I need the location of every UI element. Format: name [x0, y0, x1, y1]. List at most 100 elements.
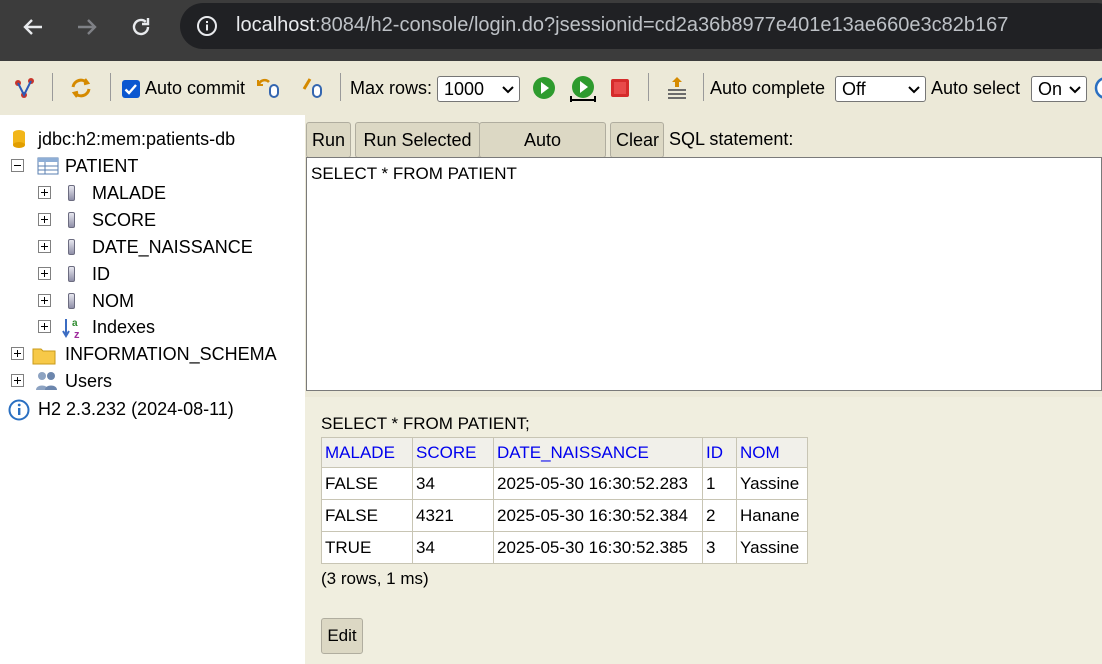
- sql-statement-label: SQL statement:: [669, 129, 794, 149]
- table-cell: FALSE: [321, 499, 413, 532]
- reload-icon: [132, 18, 150, 36]
- users-icon: [36, 372, 57, 390]
- history-icon[interactable]: [664, 75, 690, 101]
- query-panel: Run Run Selected Auto complete Clear SQL…: [305, 115, 1102, 397]
- arrow-left-icon: [23, 19, 42, 35]
- auto-complete-value: Off: [842, 79, 866, 99]
- column-header[interactable]: DATE_NAISSANCE: [493, 437, 703, 468]
- toolbar-separator: [110, 73, 111, 101]
- column-header[interactable]: ID: [702, 437, 737, 468]
- tree-connection[interactable]: jdbc:h2:mem:patients-db: [10, 127, 300, 151]
- table-cell: FALSE: [321, 467, 413, 500]
- auto-commit-checkbox[interactable]: [122, 80, 140, 98]
- tree-item-information-schema[interactable]: INFORMATION_SCHEMA: [10, 342, 305, 366]
- h2-toolbar: Auto commit Max rows: 1000 Auto complete…: [0, 61, 1102, 115]
- users-label: Users: [65, 371, 113, 391]
- indexes-label: Indexes: [92, 317, 156, 337]
- address-bar[interactable]: localhost:8084/h2-console/login.do?jsess…: [180, 3, 1102, 49]
- arrow-right-icon: [78, 19, 97, 35]
- max-rows-select[interactable]: 1000: [437, 76, 520, 102]
- rollback-icon[interactable]: [255, 75, 281, 101]
- column-icon: [68, 293, 75, 309]
- checkmark-icon: [124, 84, 137, 95]
- expand-toggle[interactable]: [38, 320, 51, 333]
- forward-button[interactable]: [70, 10, 104, 44]
- tree-item-column[interactable]: MALADE: [37, 181, 297, 205]
- max-rows-label: Max rows:: [350, 78, 433, 98]
- result-summary: (3 rows, 1 ms): [321, 569, 429, 588]
- svg-text:a: a: [72, 318, 78, 329]
- url-path: :8084/h2-console/login.do?jsessionid=cd2…: [314, 14, 1009, 36]
- url-host: localhost: [236, 14, 315, 36]
- auto-select-select[interactable]: On: [1031, 76, 1087, 102]
- toolbar-separator: [648, 73, 649, 101]
- result-table: MALADE SCORE DATE_NAISSANCE ID NOM FALSE…: [321, 437, 808, 564]
- tree-item-column[interactable]: NOM: [37, 289, 297, 313]
- chevron-down-icon: [1069, 86, 1081, 94]
- table-icon: [37, 157, 59, 175]
- expand-toggle[interactable]: [38, 294, 51, 307]
- table-cell: Yassine: [736, 531, 808, 564]
- run-selected-icon[interactable]: [569, 74, 597, 104]
- commit-icon[interactable]: [300, 75, 326, 101]
- help-icon[interactable]: [1093, 75, 1102, 101]
- info-icon[interactable]: [196, 15, 218, 37]
- table-header-row: MALADE SCORE DATE_NAISSANCE ID NOM: [321, 437, 808, 468]
- expand-toggle[interactable]: [11, 347, 24, 360]
- column-header[interactable]: MALADE: [321, 437, 413, 468]
- column-label: MALADE: [92, 183, 167, 203]
- sql-editor[interactable]: SELECT * FROM PATIENT: [306, 157, 1102, 391]
- stop-icon[interactable]: [609, 77, 631, 99]
- tree-item-users[interactable]: Users: [10, 369, 300, 393]
- table-cell: 34: [412, 467, 494, 500]
- auto-complete-button[interactable]: Auto complete: [479, 122, 606, 184]
- expand-toggle[interactable]: [11, 374, 24, 387]
- reload-button[interactable]: [124, 10, 158, 44]
- column-icon: [68, 212, 75, 228]
- tree-item-patient[interactable]: PATIENT: [10, 154, 300, 178]
- table-cell: Hanane: [736, 499, 808, 532]
- sort-az-icon: az: [62, 318, 80, 340]
- schema-label: INFORMATION_SCHEMA: [65, 344, 277, 364]
- table-row: TRUE 34 2025-05-30 16:30:52.385 3 Yassin…: [321, 531, 808, 564]
- expand-toggle[interactable]: [38, 186, 51, 199]
- run-button[interactable]: Run: [306, 122, 351, 158]
- run-icon[interactable]: [531, 75, 557, 101]
- table-label: PATIENT: [65, 156, 139, 176]
- back-button[interactable]: [16, 10, 50, 44]
- disconnect-icon[interactable]: [12, 75, 38, 101]
- table-cell: 2: [702, 499, 737, 532]
- table-cell: Yassine: [736, 467, 808, 500]
- clear-button[interactable]: Clear: [610, 122, 664, 158]
- tree-item-column[interactable]: SCORE: [37, 208, 297, 232]
- auto-complete-label: Auto complete: [710, 78, 826, 98]
- run-selected-button[interactable]: Run Selected: [355, 122, 480, 158]
- table-cell: 2025-05-30 16:30:52.283: [493, 467, 703, 500]
- edit-button[interactable]: Edit: [321, 618, 363, 654]
- column-header[interactable]: NOM: [736, 437, 808, 468]
- expand-toggle[interactable]: [38, 213, 51, 226]
- browser-toolbar: localhost:8084/h2-console/login.do?jsess…: [0, 0, 1102, 61]
- tree-item-column[interactable]: DATE_NAISSANCE: [37, 235, 297, 259]
- url-text[interactable]: localhost:8084/h2-console/login.do?jsess…: [236, 14, 1008, 37]
- auto-complete-select[interactable]: Off: [835, 76, 926, 102]
- collapse-toggle[interactable]: [11, 159, 24, 172]
- result-panel: SELECT * FROM PATIENT; MALADE SCORE DATE…: [305, 397, 1102, 664]
- result-statement: SELECT * FROM PATIENT;: [321, 414, 530, 433]
- chevron-down-icon: [908, 86, 920, 94]
- table-cell: 1: [702, 467, 737, 500]
- expand-toggle[interactable]: [38, 267, 51, 280]
- auto-select-value: On: [1038, 79, 1063, 99]
- toolbar-separator: [52, 73, 53, 101]
- tree-item-column[interactable]: ID: [37, 262, 297, 286]
- table-cell: TRUE: [321, 531, 413, 564]
- refresh-icon[interactable]: [68, 75, 94, 101]
- tree-item-indexes[interactable]: az Indexes: [37, 315, 297, 340]
- toolbar-separator: [340, 73, 341, 101]
- column-header[interactable]: SCORE: [412, 437, 494, 468]
- expand-toggle[interactable]: [38, 240, 51, 253]
- table-row: FALSE 4321 2025-05-30 16:30:52.384 2 Han…: [321, 499, 808, 532]
- column-icon: [68, 185, 75, 201]
- column-icon: [68, 239, 75, 255]
- version-info: H2 2.3.232 (2024-08-11): [8, 397, 298, 421]
